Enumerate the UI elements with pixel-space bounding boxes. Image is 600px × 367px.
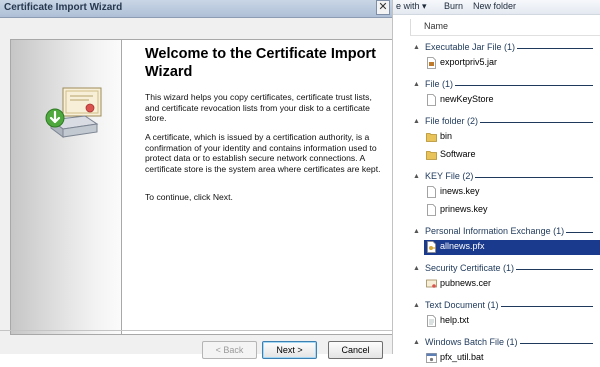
wizard-heading: Welcome to the Certificate Import Wizard — [145, 46, 376, 80]
collapse-group-icon[interactable]: ▲ — [413, 339, 420, 346]
group-header[interactable]: ▲ Windows Batch File (1) — [413, 336, 600, 350]
continue-instruction: To continue, click Next. — [145, 192, 233, 202]
collapse-group-icon[interactable]: ▲ — [413, 81, 420, 88]
file-icon — [426, 94, 437, 106]
file-item[interactable]: Software — [424, 148, 600, 163]
group-header[interactable]: ▲ Security Certificate (1) — [413, 262, 600, 276]
jar-file-icon — [426, 57, 437, 69]
certificate-import-icon — [45, 87, 102, 138]
file-name: newKeyStore — [440, 94, 494, 104]
folder-icon — [426, 131, 437, 143]
collapse-group-icon[interactable]: ▲ — [413, 228, 420, 235]
collapse-group-icon[interactable]: ▲ — [413, 265, 420, 272]
group-header[interactable]: ▲ Executable Jar File (1) — [413, 41, 600, 55]
file-explorer-panel: e with ▾ Burn New folder Name ▲ Executabl… — [392, 0, 600, 363]
file-item[interactable]: exportpriv5.jar — [424, 56, 600, 71]
group-label: Personal Information Exchange (1) — [425, 226, 567, 236]
wizard-title: Certificate Import Wizard — [4, 2, 123, 13]
file-icon — [426, 204, 437, 216]
group-label: Executable Jar File (1) — [425, 42, 518, 52]
group-label: Text Document (1) — [425, 300, 501, 310]
group-header[interactable]: ▲ File (1) — [413, 78, 600, 92]
group-header[interactable]: ▲ Personal Information Exchange (1) — [413, 225, 600, 239]
text-file-icon — [426, 315, 437, 327]
file-name: pubnews.cer — [440, 278, 492, 288]
folder-icon — [426, 149, 437, 161]
cancel-button[interactable]: Cancel — [328, 341, 383, 359]
file-item[interactable]: pubnews.cer — [424, 277, 600, 292]
close-button[interactable]: ✕ — [376, 0, 390, 15]
group-label: Windows Batch File (1) — [425, 337, 520, 347]
next-button[interactable]: Next > — [262, 341, 317, 359]
file-item[interactable]: inews.key — [424, 185, 600, 200]
file-item[interactable]: pfx_util.bat — [424, 351, 600, 366]
back-button[interactable]: < Back — [202, 341, 257, 359]
column-header: Name — [410, 19, 600, 36]
name-column-header[interactable]: Name — [424, 21, 448, 31]
file-item[interactable]: prinews.key — [424, 203, 600, 218]
file-item[interactable]: newKeyStore — [424, 93, 600, 108]
file-name: allnews.pfx — [440, 241, 485, 251]
group-header[interactable]: ▲ KEY File (2) — [413, 170, 600, 184]
file-name: inews.key — [440, 186, 480, 196]
collapse-group-icon[interactable]: ▲ — [413, 173, 420, 180]
collapse-group-icon[interactable]: ▲ — [413, 302, 420, 309]
wizard-body: Welcome to the Certificate Import Wizard… — [0, 17, 392, 359]
share-with-label: e with — [396, 1, 420, 11]
button-bar-divider — [0, 330, 392, 331]
collapse-group-icon[interactable]: ▲ — [413, 44, 420, 51]
collapse-group-icon[interactable]: ▲ — [413, 118, 420, 125]
new-folder-button[interactable]: New folder — [473, 0, 516, 12]
wizard-content: Welcome to the Certificate Import Wizard… — [122, 39, 392, 335]
file-name: Software — [440, 149, 476, 159]
group-header[interactable]: ▲ Text Document (1) — [413, 299, 600, 313]
certificate-file-icon — [426, 278, 437, 290]
share-with-menu[interactable]: e with ▾ — [396, 0, 427, 12]
burn-button[interactable]: Burn — [444, 0, 463, 12]
close-icon: ✕ — [378, 1, 388, 13]
wizard-title-bar[interactable]: Certificate Import Wizard ✕ — [0, 0, 392, 18]
file-name: help.txt — [440, 315, 470, 325]
group-label: Security Certificate (1) — [425, 263, 517, 273]
file-item[interactable]: allnews.pfx — [424, 240, 600, 255]
certificate-description-paragraph: A certificate, which is issued by a cert… — [145, 132, 381, 174]
group-label: File (1) — [425, 79, 456, 89]
file-name: bin — [440, 131, 453, 141]
group-label: File folder (2) — [425, 116, 481, 126]
intro-paragraph: This wizard helps you copy certificates,… — [145, 92, 372, 123]
explorer-toolbar: e with ▾ Burn New folder — [393, 0, 600, 15]
file-item[interactable]: help.txt — [424, 314, 600, 329]
pfx-file-icon — [426, 241, 437, 253]
file-name: prinews.key — [440, 204, 488, 214]
group-label: KEY File (2) — [425, 171, 476, 181]
file-icon — [426, 186, 437, 198]
file-item[interactable]: bin — [424, 130, 600, 145]
certificate-import-wizard: Certificate Import Wizard ✕ Welcome to t… — [0, 0, 392, 359]
chevron-down-icon: ▾ — [422, 1, 427, 11]
file-name: exportpriv5.jar — [440, 57, 498, 67]
wizard-side-panel — [10, 39, 122, 335]
group-header[interactable]: ▲ File folder (2) — [413, 115, 600, 129]
